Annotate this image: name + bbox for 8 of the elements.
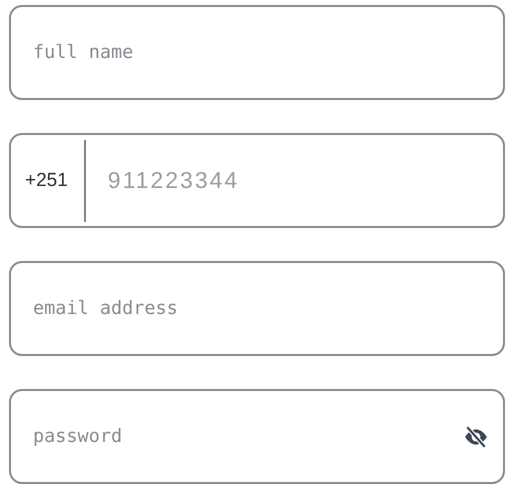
country-code: +251 xyxy=(25,170,69,192)
password-input[interactable]: password xyxy=(25,391,463,482)
password-field[interactable]: password xyxy=(9,389,505,484)
text-input[interactable]: email address xyxy=(9,261,505,356)
text-input[interactable]: full name xyxy=(9,5,505,100)
eye-slash-icon[interactable] xyxy=(463,424,489,450)
phone-field[interactable]: +251 911223344 xyxy=(9,133,505,228)
phone-input[interactable]: 911223344 xyxy=(86,135,489,226)
